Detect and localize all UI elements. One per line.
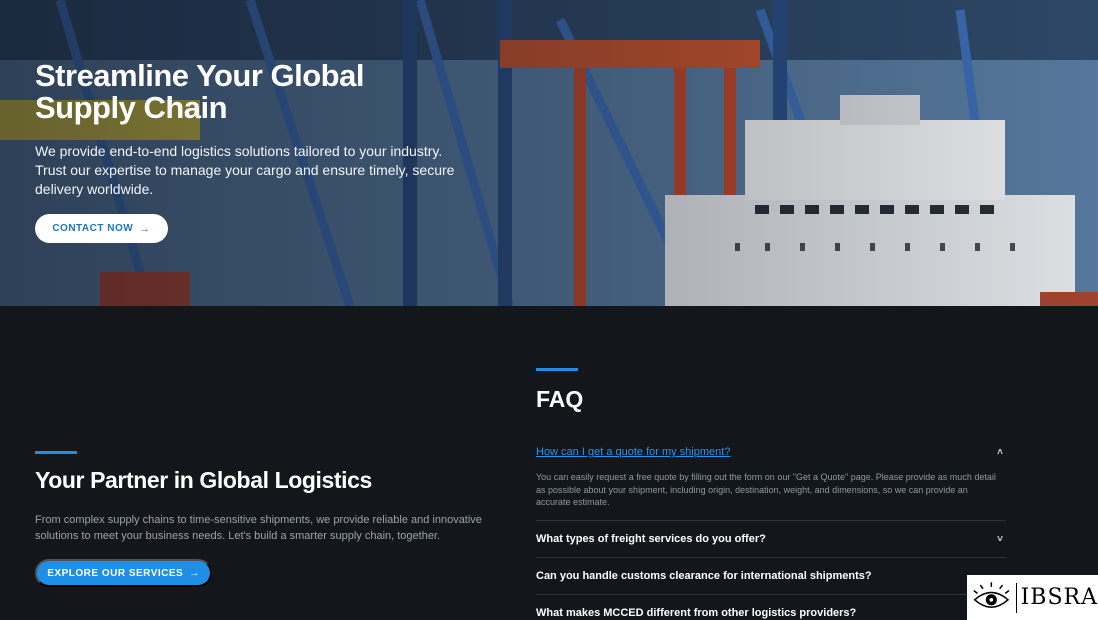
faq-item: Can you handle customs clearance for int…	[536, 558, 1006, 595]
faq-question[interactable]: Can you handle customs clearance for int…	[536, 570, 872, 582]
chevron-up-icon[interactable]: ˄	[994, 447, 1006, 458]
eye-icon	[973, 581, 1010, 608]
faq-item: How can I get a quote for my shipment? ˄…	[536, 437, 1006, 521]
hero-content: Streamline Your Global Supply Chain We p…	[35, 60, 495, 199]
faq-item: What makes MCCED different from other lo…	[536, 595, 1006, 620]
faq-answer: You can easily request a free quote by f…	[536, 472, 996, 507]
hero-title-line2: Supply Chain	[35, 90, 228, 125]
watermark-divider	[1015, 582, 1017, 613]
faq-question-toggle[interactable]: What makes MCCED different from other lo…	[536, 607, 1006, 619]
faq-question-toggle[interactable]: Can you handle customs clearance for int…	[536, 570, 1006, 582]
faq-question[interactable]: What types of freight services do you of…	[536, 533, 766, 545]
contact-now-label: CONTACT NOW	[52, 223, 134, 234]
faq-question-toggle[interactable]: How can I get a quote for my shipment? ˄	[536, 446, 1006, 458]
explore-services-label: EXPLORE OUR SERVICES	[47, 567, 184, 579]
hero-subtitle: We provide end-to-end logistics solution…	[35, 143, 455, 197]
faq-list: How can I get a quote for my shipment? ˄…	[536, 437, 1006, 620]
faq-accent-bar	[536, 368, 578, 371]
faq-question[interactable]: What makes MCCED different from other lo…	[536, 607, 856, 619]
hero-title-line1: Streamline Your Global	[35, 58, 364, 93]
explore-services-button[interactable]: EXPLORE OUR SERVICES →	[35, 559, 212, 587]
partner-accent-bar	[35, 451, 77, 454]
arrow-right-icon: →	[139, 222, 151, 235]
hero-title: Streamline Your Global Supply Chain	[35, 60, 495, 124]
arrow-right-icon: →	[189, 567, 200, 579]
contact-now-button[interactable]: CONTACT NOW →	[35, 214, 168, 243]
watermark-logo: IBSRA	[967, 575, 1098, 620]
faq-question-toggle[interactable]: What types of freight services do you of…	[536, 533, 1006, 545]
watermark-text: IBSRA	[1020, 585, 1098, 610]
hero-section: Streamline Your Global Supply Chain We p…	[0, 0, 1098, 306]
faq-item: What types of freight services do you of…	[536, 521, 1006, 558]
partner-description: From complex supply chains to time-sensi…	[35, 514, 482, 542]
chevron-down-icon[interactable]: ˅	[994, 534, 1006, 545]
faq-title: FAQ	[536, 386, 584, 412]
partner-title: Your Partner in Global Logistics	[35, 467, 372, 493]
faq-question[interactable]: How can I get a quote for my shipment?	[536, 446, 730, 458]
